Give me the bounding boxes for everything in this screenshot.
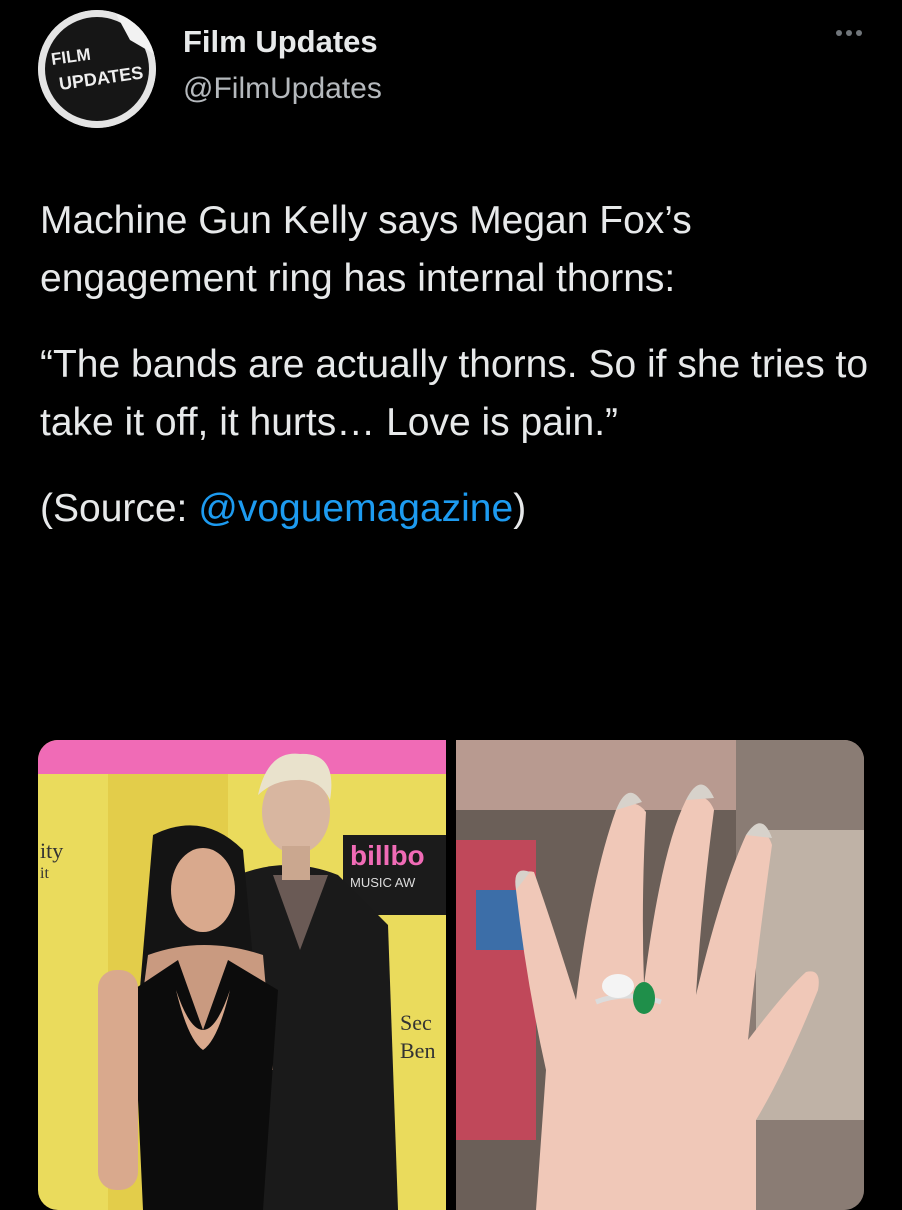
media-grid: billbo MUSIC AW ity it Sec Ben [38,740,864,1210]
source-mention-link[interactable]: @voguemagazine [198,487,513,530]
ellipsis-icon[interactable] [836,30,862,36]
backdrop-text: it [40,865,49,882]
backdrop-text: billbo [350,840,425,871]
author-handle[interactable]: @FilmUpdates [183,72,382,106]
source-prefix: (Source: [40,487,199,530]
source-suffix: ) [513,487,527,530]
engagement-ring-hand-photo[interactable] [456,740,864,1210]
ellipsis-dot [856,30,862,36]
avatar[interactable]: FILM UPDATES [38,10,156,128]
ellipsis-dot [846,30,852,36]
red-carpet-couple-photo[interactable]: billbo MUSIC AW ity it Sec Ben [38,740,446,1210]
ellipsis-dot [836,30,842,36]
tweet-quote: “The bands are actually thorns. So if sh… [40,343,869,444]
tweet-source: (Source: @voguemagazine) [40,480,870,538]
tweet-paragraph: Machine Gun Kelly says Megan Fox’s engag… [40,199,692,300]
backdrop-text: Ben [400,1038,435,1063]
tweet-body: Machine Gun Kelly says Megan Fox’s engag… [40,192,870,566]
film-updates-logo-icon: FILM UPDATES [38,10,156,128]
author-display-name[interactable]: Film Updates [183,24,378,60]
backdrop-text: ity [40,838,63,863]
backdrop-text: MUSIC AW [350,875,416,890]
backdrop-text: Sec [400,1010,432,1035]
